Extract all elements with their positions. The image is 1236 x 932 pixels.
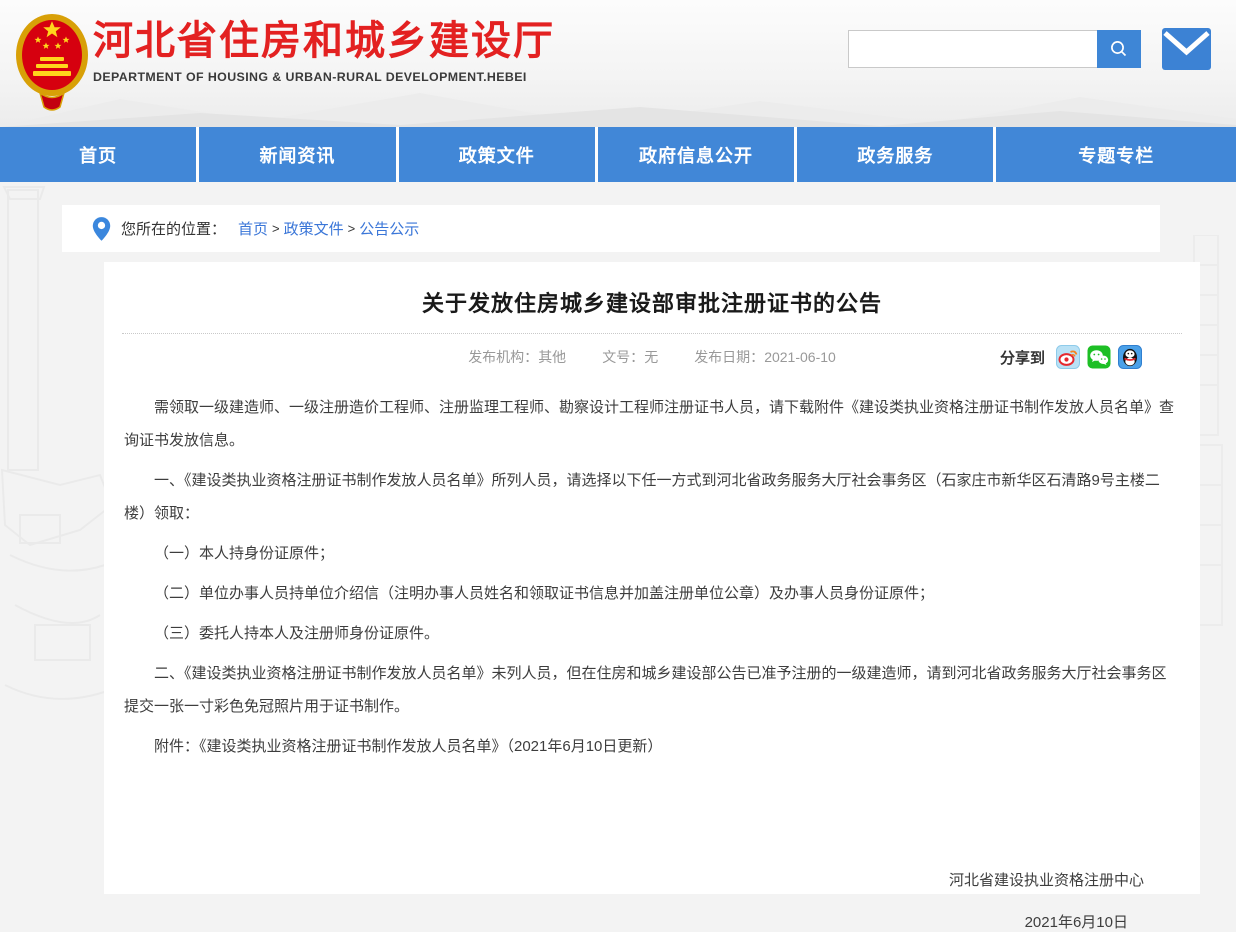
site-subtitle: DEPARTMENT OF HOUSING & URBAN-RURAL DEVE… bbox=[93, 70, 555, 84]
share-label: 分享到 bbox=[1000, 347, 1045, 368]
article-meta-row: 发布机构：其他 文号：无 发布日期：2021-06-10 分享到 bbox=[104, 334, 1200, 380]
header-search-area bbox=[848, 28, 1211, 70]
site-header: 河北省住房和城乡建设厅 DEPARTMENT OF HOUSING & URBA… bbox=[0, 0, 1236, 127]
paragraph: 一、《建设类执业资格注册证书制作发放人员名单》所列人员，请选择以下任一方式到河北… bbox=[124, 464, 1180, 530]
paragraph: 需领取一级建造师、一级注册造价工程师、注册监理工程师、勘察设计工程师注册证书人员… bbox=[124, 391, 1180, 457]
location-pin-icon bbox=[92, 216, 111, 242]
article-body: 需领取一级建造师、一级注册造价工程师、注册监理工程师、勘察设计工程师注册证书人员… bbox=[104, 380, 1200, 932]
paragraph: （三）委托人持本人及注册师身份证原件。 bbox=[124, 617, 1180, 650]
attachment-link[interactable]: 附件：《建设类执业资格注册证书制作发放人员名单》（2021年6月10日更新） bbox=[124, 730, 1180, 763]
signature-block: 河北省建设执业资格注册中心 2021年6月10日 bbox=[124, 869, 1180, 932]
national-emblem-logo bbox=[14, 7, 90, 113]
mail-icon bbox=[1162, 28, 1211, 70]
nav-item-home[interactable]: 首页 bbox=[0, 127, 196, 182]
main-nav: 首页 新闻资讯 政策文件 政府信息公开 政务服务 专题专栏 bbox=[0, 127, 1236, 182]
signature-date: 2021年6月10日 bbox=[124, 911, 1180, 932]
nav-item-services[interactable]: 政务服务 bbox=[797, 127, 993, 182]
nav-item-news[interactable]: 新闻资讯 bbox=[199, 127, 395, 182]
meta-doc-number: 文号：无 bbox=[602, 347, 658, 367]
breadcrumb-link-home[interactable]: 首页 bbox=[238, 218, 268, 239]
brand-block: 河北省住房和城乡建设厅 DEPARTMENT OF HOUSING & URBA… bbox=[93, 19, 555, 84]
breadcrumb-separator: > bbox=[272, 221, 280, 236]
search-button[interactable] bbox=[1097, 30, 1141, 68]
breadcrumb-separator: > bbox=[348, 221, 356, 236]
breadcrumb-link-announcements[interactable]: 公告公示 bbox=[359, 218, 419, 239]
paragraph: 二、《建设类执业资格注册证书制作发放人员名单》未列人员，但在住房和城乡建设部公告… bbox=[124, 657, 1180, 723]
paragraph: （二）单位办事人员持单位介绍信（注明办事人员姓名和领取证书信息并加盖注册单位公章… bbox=[124, 577, 1180, 610]
mail-button[interactable] bbox=[1162, 28, 1211, 70]
breadcrumb-link-policy[interactable]: 政策文件 bbox=[284, 218, 344, 239]
article-meta: 发布机构：其他 文号：无 发布日期：2021-06-10 bbox=[468, 347, 836, 367]
site-title: 河北省住房和城乡建设厅 bbox=[93, 19, 555, 63]
article-container: 关于发放住房城乡建设部审批注册证书的公告 发布机构：其他 文号：无 发布日期：2… bbox=[104, 262, 1200, 894]
search-icon bbox=[1108, 38, 1130, 60]
search-input[interactable] bbox=[848, 30, 1097, 68]
meta-agency: 发布机构：其他 bbox=[468, 347, 566, 367]
nav-item-gov-info[interactable]: 政府信息公开 bbox=[598, 127, 794, 182]
nav-item-policy[interactable]: 政策文件 bbox=[399, 127, 595, 182]
paragraph: （一）本人持身份证原件； bbox=[124, 537, 1180, 570]
breadcrumb-prefix: 您所在的位置： bbox=[121, 218, 226, 239]
breadcrumb: 您所在的位置： 首页 > 政策文件 > 公告公示 bbox=[62, 205, 1160, 252]
weibo-icon[interactable] bbox=[1056, 345, 1080, 369]
mountain-texture bbox=[0, 81, 1236, 127]
share-bar: 分享到 bbox=[1000, 345, 1142, 369]
background-sketch-left bbox=[0, 185, 115, 750]
wechat-icon[interactable] bbox=[1087, 345, 1111, 369]
nav-item-special[interactable]: 专题专栏 bbox=[996, 127, 1235, 182]
signature-org: 河北省建设执业资格注册中心 bbox=[124, 869, 1180, 890]
meta-publish-date: 发布日期：2021-06-10 bbox=[694, 347, 836, 367]
qq-icon[interactable] bbox=[1118, 345, 1142, 369]
article-title: 关于发放住房城乡建设部审批注册证书的公告 bbox=[104, 262, 1200, 318]
